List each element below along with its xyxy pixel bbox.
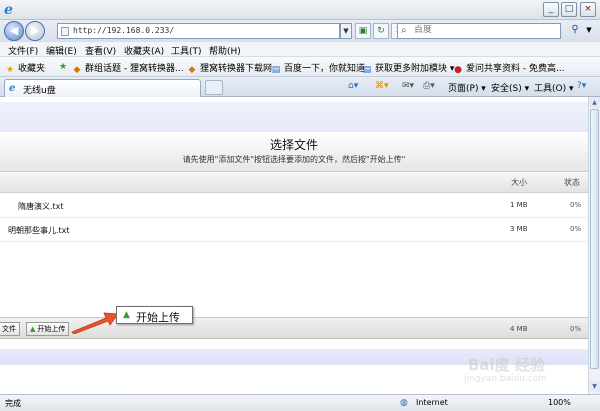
- favorites-label: 收藏夹: [18, 64, 46, 74]
- add-favorite-button[interactable]: ★: [58, 61, 71, 72]
- fav-link-5[interactable]: ● 爱问共享资料 - 免费高...: [453, 61, 565, 75]
- menu-favorites[interactable]: 收藏夹(A): [124, 44, 164, 57]
- feeds-icon[interactable]: ⌘▾: [375, 81, 389, 91]
- start-upload-label: 开始上传: [37, 325, 66, 333]
- fav-link-4[interactable]: ▤ 获取更多附加模块 ▾: [362, 61, 455, 75]
- ie-logo-icon: e: [4, 2, 13, 18]
- forward-button[interactable]: ▶: [25, 21, 45, 41]
- close-button[interactable]: ×: [580, 2, 596, 17]
- menu-file[interactable]: 文件(F): [8, 44, 38, 57]
- favorites-button[interactable]: ★ 收藏夹: [5, 61, 45, 75]
- start-upload-callout: ▲ 开始上传: [116, 306, 193, 324]
- print-icon[interactable]: ⎙▾: [423, 81, 435, 91]
- tab-bar: e 无线u盘 ⌂▾ ⌘▾ ✉▾ ⎙▾ 页面(P) ▾ 安全(S) ▾ 工具(O)…: [0, 77, 600, 97]
- globe-icon: ◍: [400, 398, 408, 408]
- star-icon: ★: [5, 65, 15, 75]
- status-text: 完成: [5, 399, 21, 408]
- upload-arrow-icon: ▲: [123, 310, 130, 320]
- link-icon: ◆: [188, 65, 196, 75]
- total-status: 0%: [570, 325, 582, 333]
- menu-edit[interactable]: 编辑(E): [46, 44, 77, 57]
- address-dropdown-button[interactable]: ▼: [340, 23, 352, 39]
- start-upload-button[interactable]: ▲ 开始上传: [26, 322, 70, 336]
- title-bar: e _ □ ×: [0, 0, 600, 20]
- tab-label: 无线u盘: [23, 86, 56, 96]
- fav-link-3[interactable]: ▤ 百度一下，你就知道: [271, 61, 365, 75]
- vertical-scroll-thumb[interactable]: [590, 109, 599, 369]
- mail-icon[interactable]: ✉▾: [402, 81, 414, 91]
- total-size: 4 MB: [510, 325, 528, 333]
- page-menu[interactable]: 页面(P) ▾: [448, 81, 486, 94]
- home-icon[interactable]: ⌂▾: [348, 81, 358, 91]
- refresh-icon[interactable]: ↻: [373, 23, 389, 39]
- search-box[interactable]: ⌕: [397, 23, 561, 39]
- new-tab-button[interactable]: [205, 80, 223, 95]
- search-input[interactable]: [414, 25, 554, 35]
- security-zone: Internet: [416, 398, 448, 407]
- safety-menu[interactable]: 安全(S) ▾: [491, 81, 529, 94]
- fav-link-1[interactable]: ◆ 群组话题 - 狸窝转换器...: [72, 61, 184, 75]
- column-status: 状态: [564, 178, 580, 187]
- link-icon: ◆: [73, 65, 81, 75]
- fav-link-2[interactable]: ◆ 狸窝转换器下载网: [187, 61, 272, 75]
- file-row[interactable]: 隋唐演义.txt 1 MB 0%: [0, 194, 588, 218]
- spacer: [0, 339, 588, 349]
- address-bar[interactable]: http://192.168.0.233/: [57, 23, 340, 39]
- address-text[interactable]: http://192.168.0.233/: [73, 26, 174, 35]
- page-icon: ▤: [271, 65, 281, 75]
- tools-menu[interactable]: 工具(O) ▾: [534, 81, 574, 94]
- menu-help[interactable]: 帮助(H): [209, 44, 241, 57]
- file-size: 1 MB: [510, 201, 528, 209]
- search-provider-icon: ⌕: [401, 25, 407, 36]
- scroll-up-icon[interactable]: ▲: [589, 97, 600, 108]
- page-content: 选择文件 请先使用"添加文件"按钮选择要添加的文件，然后按"开始上传" 大小 状…: [0, 97, 588, 380]
- search-icon[interactable]: ⚲: [567, 23, 583, 39]
- back-button[interactable]: ◀: [4, 21, 24, 41]
- search-dropdown-button[interactable]: ▼: [583, 23, 595, 39]
- compatibility-view-icon[interactable]: ▣: [355, 23, 371, 39]
- fav-link-label: 爱问共享资料 - 免费高...: [466, 64, 565, 74]
- file-list-header: 大小 状态: [0, 173, 588, 193]
- menu-view[interactable]: 查看(V): [85, 44, 116, 57]
- ie-page-icon: e: [9, 83, 16, 94]
- file-status: 0%: [570, 225, 582, 233]
- add-file-button[interactable]: 文件: [0, 322, 20, 336]
- uploader-title-band: 选择文件 请先使用"添加文件"按钮选择要添加的文件，然后按"开始上传": [0, 132, 588, 172]
- header-band: [0, 102, 588, 132]
- fav-link-label: 狸窝转换器下载网: [200, 64, 273, 74]
- address-toolbar: ◀ ▶ http://192.168.0.233/ ▼ ▣ ↻ ✕ ⌕ ⚲ ▼: [0, 20, 600, 42]
- uploader-title: 选择文件: [269, 138, 318, 152]
- callout-label: 开始上传: [136, 311, 180, 324]
- watermark-url: jingyan.baidu.com: [464, 374, 548, 384]
- menu-bar: 文件(F) 编辑(E) 查看(V) 收藏夹(A) 工具(T) 帮助(H): [0, 42, 600, 57]
- fav-link-label: 百度一下，你就知道: [284, 64, 366, 74]
- favorites-bar: ★ 收藏夹 ★ ◆ 群组话题 - 狸窝转换器... ◆ 狸窝转换器下载网 ▤ 百度一下，…: [0, 57, 600, 77]
- file-name: 明朝那些事儿.txt: [8, 226, 70, 235]
- link-icon: ●: [454, 65, 462, 75]
- minimize-button[interactable]: _: [543, 2, 559, 17]
- file-row[interactable]: 明朝那些事儿.txt 3 MB 0%: [0, 218, 588, 242]
- fav-link-label: 获取更多附加模块 ▾: [375, 64, 455, 74]
- file-size: 3 MB: [510, 225, 528, 233]
- add-favorite-icon: ★: [58, 62, 68, 72]
- page-icon: [61, 27, 69, 36]
- upload-arrow-icon: ▲: [30, 325, 36, 333]
- fav-link-label: 群组话题 - 狸窝转换器...: [85, 64, 184, 74]
- maximize-button[interactable]: □: [561, 2, 577, 17]
- watermark-main: Bai度 经验: [468, 356, 545, 374]
- file-name: 隋唐演义.txt: [18, 202, 64, 211]
- column-size: 大小: [511, 178, 527, 187]
- baidu-jingyan-watermark: Bai度 经验 jingyan.baidu.com: [462, 350, 592, 400]
- annotation-arrow-icon: [71, 312, 119, 334]
- page-icon: ▤: [362, 65, 372, 75]
- file-status: 0%: [570, 201, 582, 209]
- tab-active[interactable]: e 无线u盘: [4, 79, 201, 97]
- help-icon[interactable]: ?▾: [577, 81, 586, 91]
- menu-tools[interactable]: 工具(T): [171, 44, 202, 57]
- uploader-instructions: 请先使用"添加文件"按钮选择要添加的文件，然后按"开始上传": [182, 155, 406, 164]
